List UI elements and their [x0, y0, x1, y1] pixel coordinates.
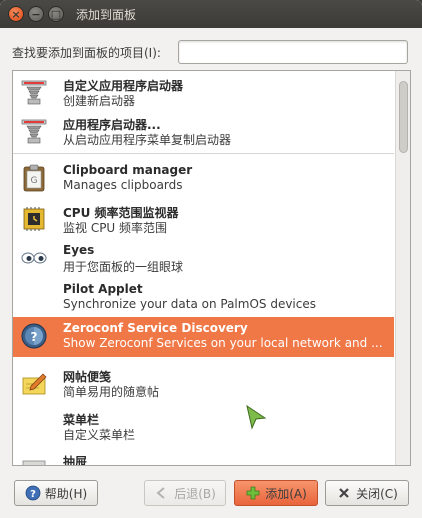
- list-item[interactable]: G Clipboard manager Manages clipboards: [13, 159, 394, 198]
- list-item-selected[interactable]: ? Zeroconf Service Discovery Show Zeroco…: [13, 317, 394, 357]
- window-maximize-button[interactable]: □: [48, 6, 64, 22]
- svg-text:?: ?: [30, 489, 36, 500]
- maximize-icon: □: [50, 7, 62, 21]
- close-icon: ×: [11, 7, 21, 21]
- list-item[interactable]: Eyes 用于您面板的一组眼球: [13, 239, 394, 278]
- item-description: 从启动应用程序菜单复制启动器: [63, 133, 232, 147]
- notes-pencil-icon: [22, 373, 47, 395]
- item-name: Pilot Applet: [63, 282, 143, 296]
- item-description: Show Zeroconf Services on your local net…: [63, 336, 383, 350]
- applet-list: 自定义应用程序启动器 创建新启动器 应用程序启动器... 从启动应用程序菜单复制…: [12, 70, 411, 466]
- back-button-label: 后退(B): [174, 486, 216, 501]
- network-globe-icon: ?: [21, 323, 47, 349]
- eyes-icon: [21, 252, 47, 264]
- item-description: 创建新启动器: [63, 94, 136, 108]
- item-description: 用于您面板的一组眼球: [63, 260, 184, 274]
- close-x-icon: [339, 488, 349, 498]
- add-to-panel-dialog: × − □ 添加到面板 查找要添加到面板的项目(I): 自定义应用程序启动器 创…: [0, 0, 422, 518]
- svg-text:G: G: [31, 176, 38, 186]
- svg-text:?: ?: [31, 330, 38, 344]
- item-description: 简单易用的随意帖: [63, 385, 160, 399]
- add-button[interactable]: 添加(A): [234, 480, 318, 506]
- window-title: 添加到面板: [76, 8, 137, 22]
- item-description: Manages clipboards: [63, 178, 183, 192]
- minimize-icon: −: [31, 7, 41, 21]
- drawer-icon: [22, 460, 46, 465]
- list-item[interactable]: CPU 频率范围监视器 监视 CPU 频率范围: [13, 200, 394, 239]
- launcher-icon: [21, 119, 47, 144]
- applet-list-viewport: 自定义应用程序启动器 创建新启动器 应用程序启动器... 从启动应用程序菜单复制…: [13, 71, 394, 465]
- list-item[interactable]: 菜单栏 自定义菜单栏: [13, 407, 394, 446]
- list-item[interactable]: 网帖便笺 简单易用的随意帖: [13, 364, 394, 403]
- help-button-label: 帮助(H): [44, 486, 88, 501]
- search-input[interactable]: [178, 40, 408, 64]
- launcher-icon: [21, 80, 47, 105]
- list-item[interactable]: 应用程序启动器... 从启动应用程序菜单复制启动器: [13, 112, 394, 151]
- close-button-label: 关闭(C): [356, 486, 398, 501]
- window-minimize-button[interactable]: −: [28, 6, 44, 22]
- list-separator: [13, 153, 394, 154]
- add-button-label: 添加(A): [265, 486, 307, 501]
- item-name: Zeroconf Service Discovery: [63, 321, 248, 335]
- item-description: Synchronize your data on PalmOS devices: [63, 297, 316, 311]
- plus-icon: [246, 486, 260, 500]
- list-scrollbar[interactable]: [395, 71, 410, 465]
- item-name: Clipboard manager: [63, 163, 193, 177]
- list-item[interactable]: 自定义应用程序启动器 创建新启动器: [13, 73, 394, 112]
- clipboard-icon: G: [23, 164, 45, 192]
- item-name: 抽屉: [63, 455, 88, 465]
- list-item[interactable]: Pilot Applet Synchronize your data on Pa…: [13, 278, 394, 317]
- item-description: 监视 CPU 频率范围: [63, 221, 168, 235]
- cpu-chip-icon: [23, 207, 45, 231]
- arrow-left-icon: [156, 487, 165, 499]
- scrollbar-thumb[interactable]: [399, 81, 408, 153]
- item-name: Eyes: [63, 243, 95, 257]
- back-button[interactable]: 后退(B): [144, 480, 226, 506]
- search-label: 查找要添加到面板的项目(I):: [12, 46, 161, 60]
- item-description: 自定义菜单栏: [63, 428, 136, 442]
- close-button[interactable]: 关闭(C): [325, 480, 409, 506]
- list-item[interactable]: 抽屉: [13, 449, 394, 465]
- window-close-button[interactable]: ×: [8, 6, 24, 22]
- mouse-cursor-icon: [246, 404, 267, 430]
- titlebar[interactable]: × − □ 添加到面板: [0, 0, 422, 28]
- help-icon: ?: [25, 485, 41, 501]
- help-button[interactable]: ? 帮助(H): [14, 480, 98, 506]
